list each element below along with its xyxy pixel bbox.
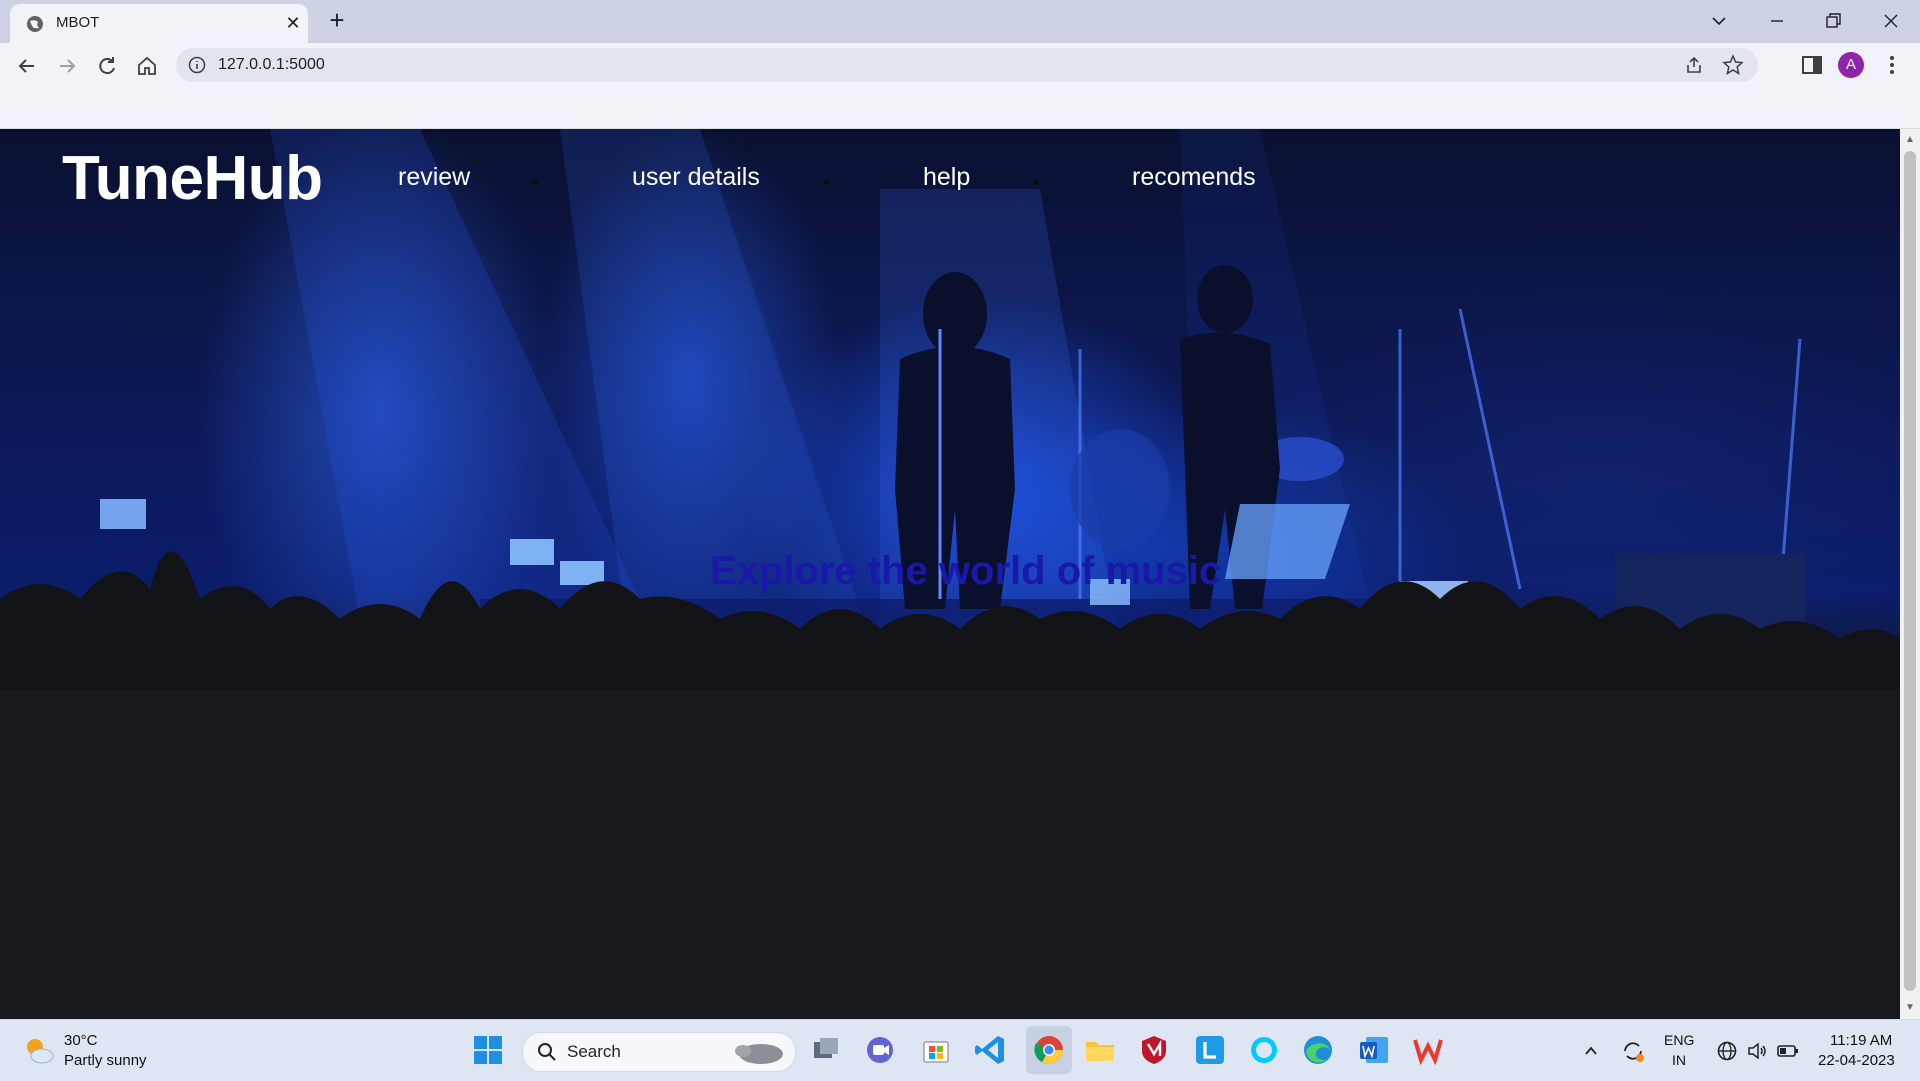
- language-indicator[interactable]: ENG: [1664, 1032, 1694, 1048]
- weather-condition[interactable]: Partly sunny: [64, 1052, 147, 1069]
- nav-bullet: [824, 179, 830, 185]
- windows-taskbar: 30°C Partly sunny Search ENG IN 11:19 AM…: [0, 1019, 1920, 1081]
- word-icon[interactable]: [1356, 1032, 1392, 1068]
- nav-link-review[interactable]: review: [398, 163, 470, 192]
- teams-chat-icon[interactable]: [862, 1032, 898, 1068]
- reload-icon[interactable]: [94, 53, 120, 79]
- forward-arrow-icon[interactable]: [54, 53, 80, 79]
- back-arrow-icon[interactable]: [14, 53, 40, 79]
- side-panel-icon[interactable]: [1800, 53, 1824, 77]
- close-window-icon[interactable]: [1876, 6, 1906, 36]
- tab-title: MBOT: [56, 14, 100, 31]
- bookmark-bar: [0, 87, 1920, 129]
- taskbar-search[interactable]: Search: [522, 1032, 796, 1072]
- bookmark-star-icon[interactable]: [1722, 54, 1744, 76]
- restore-icon[interactable]: [1818, 6, 1848, 36]
- tab-strip: MBOT ✕ +: [0, 0, 1920, 43]
- nav-link-user-details[interactable]: user details: [632, 163, 760, 192]
- nav-link-help[interactable]: help: [923, 163, 970, 192]
- volume-icon[interactable]: [1746, 1040, 1768, 1062]
- site-info-icon[interactable]: [188, 56, 206, 74]
- minimize-icon[interactable]: [1762, 6, 1792, 36]
- new-tab-icon[interactable]: +: [324, 7, 350, 34]
- clock-time[interactable]: 11:19 AM: [1830, 1032, 1892, 1049]
- page-scrollbar[interactable]: ▲ ▼: [1900, 129, 1920, 1019]
- scrollbar-thumb[interactable]: [1904, 151, 1916, 991]
- tab-search-chevron-icon[interactable]: [1704, 6, 1734, 36]
- share-icon[interactable]: [1684, 55, 1704, 75]
- battery-icon[interactable]: [1776, 1040, 1800, 1062]
- chrome-icon[interactable]: [1031, 1032, 1067, 1068]
- partly-sunny-icon[interactable]: [22, 1034, 56, 1068]
- keyboard-region[interactable]: IN: [1672, 1052, 1686, 1068]
- nav-link-recomends[interactable]: recomends: [1132, 163, 1256, 192]
- wps-office-icon[interactable]: [1410, 1032, 1446, 1068]
- alexa-icon[interactable]: [1246, 1032, 1282, 1068]
- mcafee-icon[interactable]: [1136, 1032, 1172, 1068]
- edge-icon[interactable]: [1300, 1032, 1336, 1068]
- close-tab-icon[interactable]: ✕: [282, 12, 304, 34]
- home-icon[interactable]: [134, 53, 160, 79]
- browser-toolbar: 127.0.0.1:5000 A: [0, 43, 1920, 87]
- file-explorer-icon[interactable]: [1082, 1032, 1118, 1068]
- search-icon: [538, 1043, 556, 1061]
- windows-start-icon[interactable]: [470, 1032, 506, 1068]
- globe-icon: [27, 16, 43, 32]
- vscode-icon[interactable]: [972, 1032, 1008, 1068]
- page-viewport: TuneHub review user details help recomen…: [0, 129, 1900, 1019]
- hero-tagline: Explore the world of music: [710, 549, 1222, 593]
- brand-logo[interactable]: TuneHub: [62, 143, 323, 214]
- nav-bullet: [1033, 179, 1039, 185]
- clock-date[interactable]: 22-04-2023: [1818, 1052, 1895, 1069]
- kebab-menu-icon[interactable]: [1880, 53, 1904, 77]
- scroll-down-icon[interactable]: ▼: [1905, 1003, 1915, 1013]
- profile-avatar[interactable]: A: [1838, 52, 1864, 78]
- launcher-l-icon[interactable]: [1192, 1032, 1228, 1068]
- sync-update-icon[interactable]: [1620, 1038, 1646, 1064]
- weather-temperature[interactable]: 30°C: [64, 1032, 98, 1049]
- nav-bullet: [532, 179, 538, 185]
- address-bar[interactable]: 127.0.0.1:5000: [176, 48, 1758, 82]
- url-text[interactable]: 127.0.0.1:5000: [218, 56, 325, 74]
- network-globe-icon[interactable]: [1716, 1040, 1738, 1062]
- search-highlight-icon: [735, 1044, 783, 1064]
- show-hidden-icons-chevron-icon[interactable]: [1582, 1042, 1600, 1060]
- search-label: Search: [567, 1042, 621, 1061]
- microsoft-store-icon[interactable]: [918, 1032, 954, 1068]
- scroll-up-icon[interactable]: ▲: [1905, 135, 1915, 145]
- task-view-icon[interactable]: [808, 1032, 844, 1068]
- browser-tab[interactable]: MBOT ✕: [10, 4, 308, 43]
